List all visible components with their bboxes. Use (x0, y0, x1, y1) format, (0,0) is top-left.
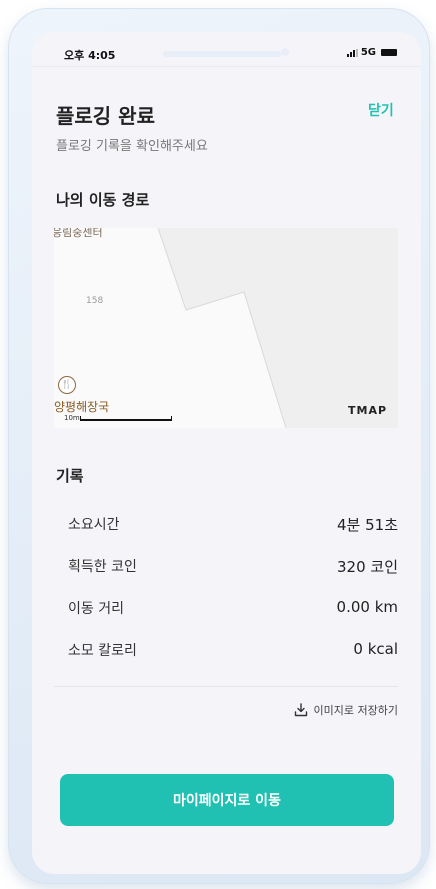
record-row-calories: 소모 칼로리 0 kcal (68, 640, 398, 660)
record-label: 소요시간 (68, 517, 120, 533)
signal-icon (346, 48, 358, 57)
close-button[interactable]: 닫기 (368, 100, 394, 120)
record-row-duration: 소요시간 4분 51초 (68, 514, 398, 534)
network-type: 5G (360, 47, 376, 58)
record-label: 획득한 코인 (68, 559, 137, 575)
camera-dot (281, 48, 289, 56)
restaurant-icon: 🍴 (58, 376, 76, 394)
record-label: 이동 거리 (68, 601, 124, 617)
app-screen: 오후 4:05 5G 플로깅 완료 닫기 플로깅 기록을 확인해주세요 나의 이… (32, 32, 421, 874)
record-row-coins: 획득한 코인 320 코인 (68, 556, 398, 576)
map-lot-number: 158 (86, 296, 104, 306)
record-row-distance: 이동 거리 0.00 km (68, 598, 398, 618)
status-bar: 오후 4:05 5G (32, 32, 421, 67)
record-value: 0.00 km (336, 598, 398, 616)
record-value: 320 코인 (337, 558, 398, 576)
map-poi-label: 양평해장국 (54, 400, 110, 414)
map-scale-label: 10m (64, 414, 80, 422)
battery-icon (381, 49, 397, 56)
save-image-label: 이미지로 저장하기 (313, 704, 398, 717)
record-section-title: 기록 (56, 467, 84, 485)
save-image-button[interactable]: 이미지로 저장하기 (293, 702, 398, 718)
page-title: 플로깅 완료 (56, 104, 155, 128)
tmap-logo: TMAP (348, 404, 388, 417)
phone-frame: 오후 4:05 5G 플로깅 완료 닫기 플로깅 기록을 확인해주세요 나의 이… (8, 8, 430, 884)
record-label: 소모 칼로리 (68, 643, 137, 659)
record-value: 0 kcal (353, 640, 398, 658)
route-section-title: 나의 이동 경로 (56, 191, 150, 209)
route-map[interactable]: 응림중센터 158 🍴 양평해장국 10m TMAP (54, 228, 398, 428)
status-right: 5G (346, 47, 397, 58)
page-subtitle: 플로깅 기록을 확인해주세요 (56, 139, 208, 154)
divider (54, 686, 398, 687)
map-scale-bar (80, 416, 172, 421)
go-to-mypage-button[interactable]: 마이페이지로 이동 (60, 774, 394, 826)
status-time: 오후 4:05 (64, 49, 116, 62)
record-value: 4분 51초 (337, 516, 398, 534)
notch (163, 51, 281, 57)
download-icon (294, 703, 307, 717)
map-road-label: 응림중센터 (54, 228, 103, 239)
